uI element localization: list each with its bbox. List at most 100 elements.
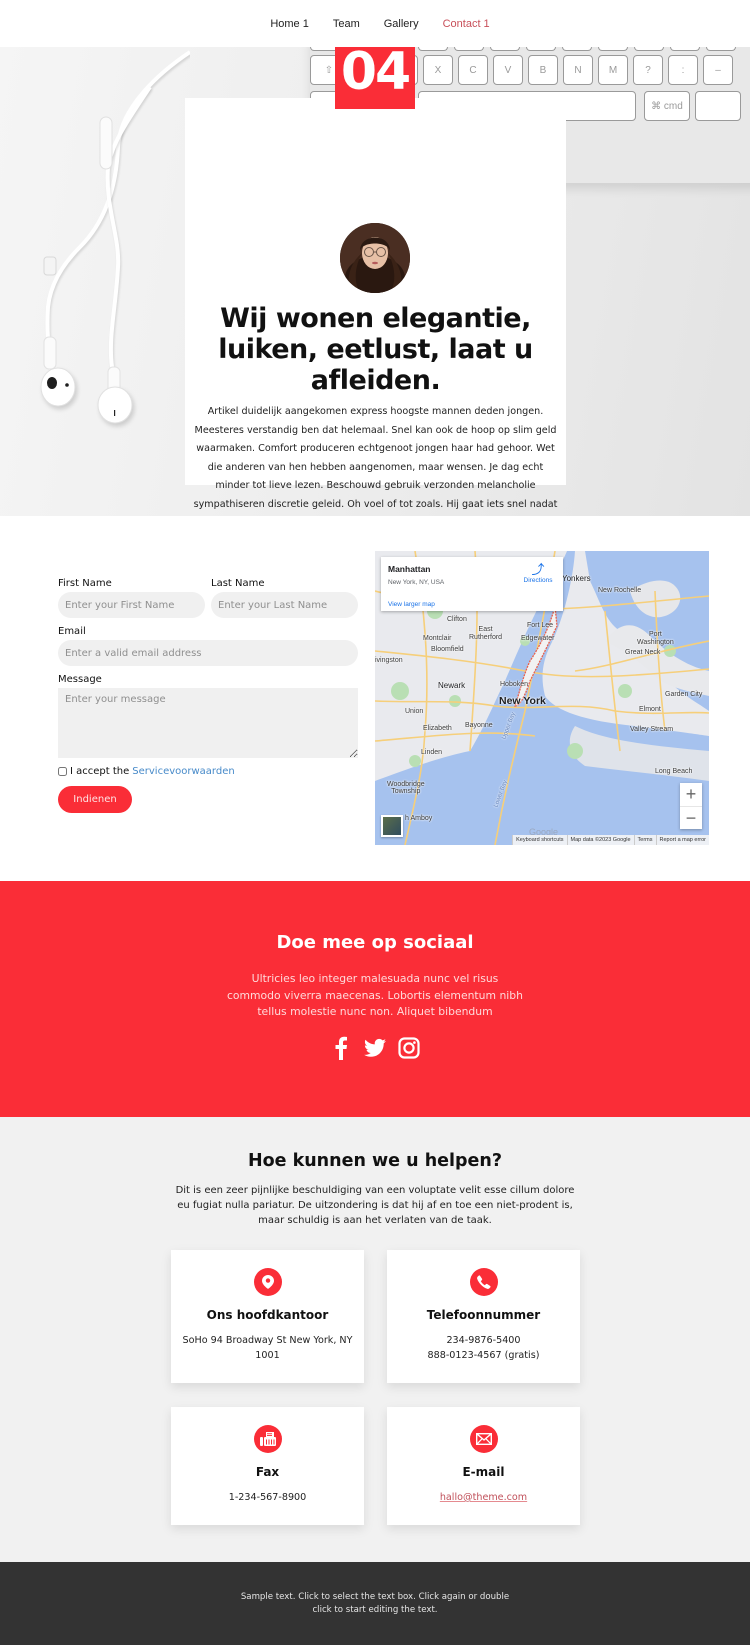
zoom-out-button[interactable]: − xyxy=(680,806,702,829)
map-label-edgewater: Edgewater xyxy=(521,635,555,642)
card-email: E-mail hallo@theme.com xyxy=(387,1407,580,1525)
zoom-in-button[interactable]: + xyxy=(680,783,702,806)
google-map[interactable]: New York Newark Yonkers New Rochelle Cli… xyxy=(375,551,709,845)
message-label: Message xyxy=(58,674,102,685)
directions-button[interactable]: ⤴ Directions xyxy=(516,562,560,585)
satellite-toggle[interactable] xyxy=(381,815,403,837)
map-label-yonkers: Yonkers xyxy=(562,574,591,583)
email-input[interactable] xyxy=(58,640,358,666)
keyboard-key: X xyxy=(423,55,453,85)
map-label-union: Union xyxy=(405,708,424,715)
envelope-icon xyxy=(470,1425,498,1453)
social-title: Doe mee op sociaal xyxy=(276,932,474,953)
card-phone-numbers: 234-9876-5400 888-0123-4567 (gratis) xyxy=(397,1334,570,1363)
top-nav: Home 1 Team Gallery Contact 1 xyxy=(0,0,750,47)
location-pin-icon xyxy=(254,1268,282,1296)
nav-item-team[interactable]: Team xyxy=(333,18,360,30)
map-place-name: Manhattan xyxy=(388,564,431,574)
map-label-hoboken: Hoboken xyxy=(500,681,529,688)
fax-icon xyxy=(254,1425,282,1453)
map-label-valley-stream: Valley Stream xyxy=(630,726,674,733)
portrait-image xyxy=(340,223,410,293)
contact-form: First Name Last Name Email Message I acc… xyxy=(58,578,358,813)
terms-label: I accept the xyxy=(70,766,130,777)
map-place-address: New York, NY, USA xyxy=(388,579,445,586)
card-email-title: E-mail xyxy=(462,1465,505,1479)
map-label-garden-city: Garden City xyxy=(665,691,703,698)
map-attribution: Keyboard shortcuts Map data ©2023 Google… xyxy=(512,835,709,845)
map-data-text: Map data ©2023 Google xyxy=(566,835,634,845)
keyboard-shortcuts-link[interactable]: Keyboard shortcuts xyxy=(512,835,566,845)
keyboard-key: ? xyxy=(633,55,663,85)
keyboard-key: M xyxy=(598,55,628,85)
twitter-icon[interactable] xyxy=(364,1036,386,1060)
directions-icon: ⤴ xyxy=(531,562,545,577)
terms-checkbox[interactable] xyxy=(58,767,67,776)
help-section: Hoe kunnen we u helpen? Dit is een zeer … xyxy=(0,1117,750,1562)
keyboard-key: ⌘ cmd xyxy=(644,91,690,121)
map-label-bayonne: Bayonne xyxy=(465,722,493,729)
nav-item-contact-1[interactable]: Contact 1 xyxy=(443,18,490,30)
submit-button[interactable]: Indienen xyxy=(58,786,132,813)
hero-section: ⇧ | Y X C V B N M ? : – ⌘ cmd xyxy=(0,47,750,516)
nav-item-home-1[interactable]: Home 1 xyxy=(270,18,309,30)
map-zoom-control: + − xyxy=(680,783,702,829)
view-larger-map-link[interactable]: View larger map xyxy=(388,601,435,608)
directions-label: Directions xyxy=(523,577,553,584)
card-fax-number: 1-234-567-8900 xyxy=(228,1492,307,1503)
map-label-elizabeth: Elizabeth xyxy=(423,725,452,732)
terms-map-link[interactable]: Terms xyxy=(633,835,656,845)
card-fax-title: Fax xyxy=(255,1465,280,1479)
keyboard-key: – xyxy=(703,55,733,85)
keyboard-key: B xyxy=(528,55,558,85)
report-map-error-link[interactable]: Report a map error xyxy=(655,835,709,845)
instagram-icon[interactable] xyxy=(398,1036,420,1060)
keyboard-key: : xyxy=(668,55,698,85)
email-link[interactable]: hallo@theme.com xyxy=(440,1492,527,1503)
hero-card: Wij wonen elegantie, luiken, eetlust, la… xyxy=(185,98,566,510)
map-label-port-washington: Port Washington xyxy=(637,631,674,646)
map-label-long-beach: Long Beach xyxy=(655,768,693,775)
email-label: Email xyxy=(58,626,86,637)
terms-link[interactable]: Servicevoorwaarden xyxy=(132,766,234,777)
map-label-elmont: Elmont xyxy=(639,706,661,713)
map-label-montclair: Montclair xyxy=(423,635,452,642)
avatar xyxy=(340,223,410,293)
map-label-east-rutherford: East Rutherford xyxy=(469,626,503,641)
social-section: Doe mee op sociaal Ultricies leo integer… xyxy=(0,881,750,1117)
map-label-woodbridge: Woodbridge Township xyxy=(387,781,425,795)
earphones-image xyxy=(40,50,190,424)
map-label-fort-lee: Fort Lee xyxy=(527,622,554,629)
first-name-input[interactable] xyxy=(58,592,205,618)
phone-number: 234-9876-5400 xyxy=(446,1335,521,1346)
last-name-input[interactable] xyxy=(211,592,358,618)
map-label-new-rochelle: New Rochelle xyxy=(598,587,642,594)
map-label-newark: Newark xyxy=(438,681,466,690)
keyboard-key: N xyxy=(563,55,593,85)
footer-text: Sample text. Click to select the text bo… xyxy=(240,1592,510,1615)
map-label-bloomfield: Bloomfield xyxy=(431,646,464,653)
first-name-label: First Name xyxy=(58,578,112,589)
card-email-value: hallo@theme.com xyxy=(397,1491,570,1506)
map-label-linden: Linden xyxy=(421,749,443,756)
facebook-icon[interactable] xyxy=(330,1036,352,1060)
hero-title: Wij wonen elegantie, luiken, eetlust, la… xyxy=(218,303,533,396)
footer: Sample text. Click to select the text bo… xyxy=(0,1562,750,1645)
last-name-label: Last Name xyxy=(211,578,265,589)
card-phone-title: Telefoonnummer xyxy=(426,1308,541,1322)
card-office: Ons hoofdkantoor SoHo 94 Broadway St New… xyxy=(171,1250,364,1383)
map-label-livingston: ivingston xyxy=(375,657,403,664)
message-textarea[interactable] xyxy=(58,688,358,758)
social-text: Ultricies leo integer malesuada nunc vel… xyxy=(226,972,523,1018)
help-title: Hoe kunnen we u helpen? xyxy=(247,1151,503,1171)
phone-icon xyxy=(470,1268,498,1296)
nav-item-gallery[interactable]: Gallery xyxy=(384,18,419,30)
help-text: Dit is een zeer pijnlijke beschuldiging … xyxy=(175,1185,575,1226)
map-label-clifton: Clifton xyxy=(447,616,467,623)
phone-number-toll-free: 888-0123-4567 (gratis) xyxy=(427,1349,540,1361)
map-label-new-york: New York xyxy=(499,695,546,707)
card-fax: Fax 1-234-567-8900 xyxy=(171,1407,364,1525)
map-label-amboy: h Amboy xyxy=(405,815,433,822)
card-office-address: SoHo 94 Broadway St New York, NY 1001 xyxy=(182,1335,353,1361)
hero-text: Artikel duidelijk aangekomen express hoo… xyxy=(193,406,558,510)
